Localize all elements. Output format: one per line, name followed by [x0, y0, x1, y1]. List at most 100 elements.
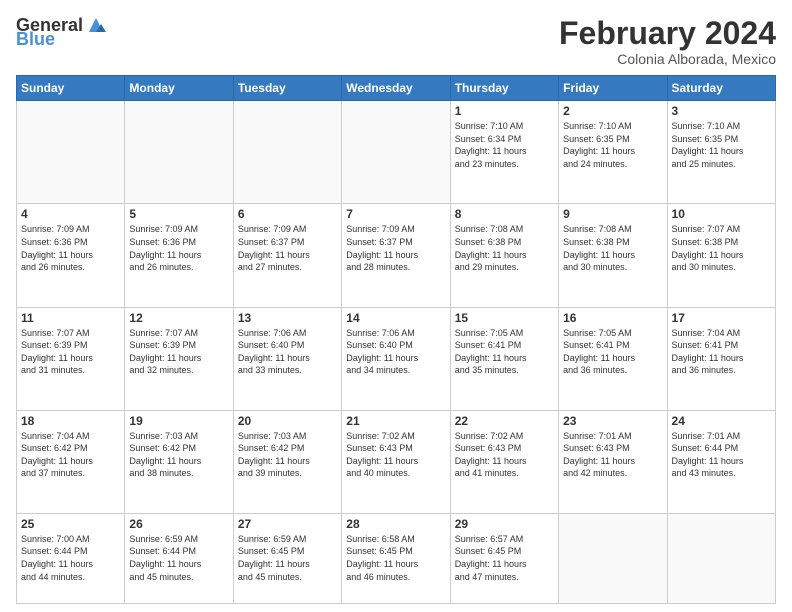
day-info: Sunrise: 7:10 AM Sunset: 6:34 PM Dayligh…: [455, 120, 554, 170]
day-number: 5: [129, 207, 228, 221]
calendar-cell: 27 Sunrise: 6:59 AM Sunset: 6:45 PM Dayli…: [233, 513, 341, 603]
day-number: 4: [21, 207, 120, 221]
day-number: 13: [238, 311, 337, 325]
day-number: 22: [455, 414, 554, 428]
day-number: 8: [455, 207, 554, 221]
calendar-cell: 5 Sunrise: 7:09 AM Sunset: 6:36 PM Daylig…: [125, 204, 233, 307]
calendar-cell: 14 Sunrise: 7:06 AM Sunset: 6:40 PM Dayli…: [342, 307, 450, 410]
day-info: Sunrise: 7:06 AM Sunset: 6:40 PM Dayligh…: [238, 327, 337, 377]
day-info: Sunrise: 6:59 AM Sunset: 6:44 PM Dayligh…: [129, 533, 228, 583]
day-number: 9: [563, 207, 662, 221]
day-info: Sunrise: 7:07 AM Sunset: 6:39 PM Dayligh…: [129, 327, 228, 377]
day-number: 15: [455, 311, 554, 325]
calendar-cell: 17 Sunrise: 7:04 AM Sunset: 6:41 PM Dayli…: [667, 307, 775, 410]
day-info: Sunrise: 7:10 AM Sunset: 6:35 PM Dayligh…: [672, 120, 771, 170]
weekday-header-monday: Monday: [125, 76, 233, 101]
calendar: SundayMondayTuesdayWednesdayThursdayFrid…: [16, 75, 776, 604]
day-info: Sunrise: 7:09 AM Sunset: 6:37 PM Dayligh…: [346, 223, 445, 273]
day-number: 18: [21, 414, 120, 428]
calendar-cell: 21 Sunrise: 7:02 AM Sunset: 6:43 PM Dayli…: [342, 410, 450, 513]
calendar-cell: 10 Sunrise: 7:07 AM Sunset: 6:38 PM Dayli…: [667, 204, 775, 307]
day-info: Sunrise: 6:59 AM Sunset: 6:45 PM Dayligh…: [238, 533, 337, 583]
calendar-cell: 22 Sunrise: 7:02 AM Sunset: 6:43 PM Dayli…: [450, 410, 558, 513]
calendar-cell: 29 Sunrise: 6:57 AM Sunset: 6:45 PM Dayli…: [450, 513, 558, 603]
day-number: 6: [238, 207, 337, 221]
day-info: Sunrise: 7:07 AM Sunset: 6:39 PM Dayligh…: [21, 327, 120, 377]
calendar-cell: [342, 101, 450, 204]
calendar-cell: 28 Sunrise: 6:58 AM Sunset: 6:45 PM Dayli…: [342, 513, 450, 603]
calendar-cell: [559, 513, 667, 603]
calendar-cell: [17, 101, 125, 204]
day-info: Sunrise: 7:05 AM Sunset: 6:41 PM Dayligh…: [455, 327, 554, 377]
day-info: Sunrise: 7:10 AM Sunset: 6:35 PM Dayligh…: [563, 120, 662, 170]
logo-blue: Blue: [16, 30, 55, 48]
day-info: Sunrise: 7:08 AM Sunset: 6:38 PM Dayligh…: [563, 223, 662, 273]
weekday-header-saturday: Saturday: [667, 76, 775, 101]
calendar-cell: 2Sunrise: 7:10 AM Sunset: 6:35 PM Daylig…: [559, 101, 667, 204]
day-info: Sunrise: 7:07 AM Sunset: 6:38 PM Dayligh…: [672, 223, 771, 273]
calendar-cell: 24 Sunrise: 7:01 AM Sunset: 6:44 PM Dayli…: [667, 410, 775, 513]
calendar-cell: 7 Sunrise: 7:09 AM Sunset: 6:37 PM Daylig…: [342, 204, 450, 307]
calendar-cell: 11 Sunrise: 7:07 AM Sunset: 6:39 PM Dayli…: [17, 307, 125, 410]
day-number: 17: [672, 311, 771, 325]
calendar-cell: 6 Sunrise: 7:09 AM Sunset: 6:37 PM Daylig…: [233, 204, 341, 307]
calendar-cell: [667, 513, 775, 603]
calendar-cell: 12 Sunrise: 7:07 AM Sunset: 6:39 PM Dayli…: [125, 307, 233, 410]
day-number: 11: [21, 311, 120, 325]
day-info: Sunrise: 7:04 AM Sunset: 6:42 PM Dayligh…: [21, 430, 120, 480]
day-number: 10: [672, 207, 771, 221]
logo-icon: [85, 16, 107, 34]
logo: General Blue: [16, 16, 107, 48]
calendar-cell: 4 Sunrise: 7:09 AM Sunset: 6:36 PM Daylig…: [17, 204, 125, 307]
day-info: Sunrise: 7:01 AM Sunset: 6:43 PM Dayligh…: [563, 430, 662, 480]
weekday-header-tuesday: Tuesday: [233, 76, 341, 101]
day-number: 1: [455, 104, 554, 118]
day-info: Sunrise: 6:58 AM Sunset: 6:45 PM Dayligh…: [346, 533, 445, 583]
day-number: 28: [346, 517, 445, 531]
page: General Blue February 2024 Colonia Albor…: [0, 0, 792, 612]
day-info: Sunrise: 7:03 AM Sunset: 6:42 PM Dayligh…: [238, 430, 337, 480]
day-info: Sunrise: 7:09 AM Sunset: 6:37 PM Dayligh…: [238, 223, 337, 273]
day-info: Sunrise: 7:06 AM Sunset: 6:40 PM Dayligh…: [346, 327, 445, 377]
day-info: Sunrise: 7:02 AM Sunset: 6:43 PM Dayligh…: [455, 430, 554, 480]
calendar-cell: 15 Sunrise: 7:05 AM Sunset: 6:41 PM Dayli…: [450, 307, 558, 410]
calendar-cell: 3 Sunrise: 7:10 AM Sunset: 6:35 PM Daylig…: [667, 101, 775, 204]
weekday-header-sunday: Sunday: [17, 76, 125, 101]
day-number: 7: [346, 207, 445, 221]
calendar-cell: 1 Sunrise: 7:10 AM Sunset: 6:34 PM Daylig…: [450, 101, 558, 204]
calendar-cell: [125, 101, 233, 204]
day-info: Sunrise: 7:03 AM Sunset: 6:42 PM Dayligh…: [129, 430, 228, 480]
day-number: 19: [129, 414, 228, 428]
day-number: 27: [238, 517, 337, 531]
day-info: Sunrise: 7:00 AM Sunset: 6:44 PM Dayligh…: [21, 533, 120, 583]
day-info: Sunrise: 7:04 AM Sunset: 6:41 PM Dayligh…: [672, 327, 771, 377]
calendar-cell: 8 Sunrise: 7:08 AM Sunset: 6:38 PM Daylig…: [450, 204, 558, 307]
day-number: 26: [129, 517, 228, 531]
day-info: Sunrise: 6:57 AM Sunset: 6:45 PM Dayligh…: [455, 533, 554, 583]
day-number: 20: [238, 414, 337, 428]
weekday-header-friday: Friday: [559, 76, 667, 101]
calendar-cell: 26 Sunrise: 6:59 AM Sunset: 6:44 PM Dayli…: [125, 513, 233, 603]
calendar-cell: [233, 101, 341, 204]
day-info: Sunrise: 7:09 AM Sunset: 6:36 PM Dayligh…: [129, 223, 228, 273]
weekday-header-wednesday: Wednesday: [342, 76, 450, 101]
calendar-cell: 23 Sunrise: 7:01 AM Sunset: 6:43 PM Dayli…: [559, 410, 667, 513]
day-info: Sunrise: 7:09 AM Sunset: 6:36 PM Dayligh…: [21, 223, 120, 273]
day-number: 16: [563, 311, 662, 325]
day-number: 24: [672, 414, 771, 428]
calendar-cell: 9 Sunrise: 7:08 AM Sunset: 6:38 PM Daylig…: [559, 204, 667, 307]
day-number: 21: [346, 414, 445, 428]
location-subtitle: Colonia Alborada, Mexico: [559, 51, 776, 67]
day-number: 12: [129, 311, 228, 325]
calendar-cell: 19 Sunrise: 7:03 AM Sunset: 6:42 PM Dayli…: [125, 410, 233, 513]
day-info: Sunrise: 7:01 AM Sunset: 6:44 PM Dayligh…: [672, 430, 771, 480]
day-number: 29: [455, 517, 554, 531]
header: General Blue February 2024 Colonia Albor…: [16, 16, 776, 67]
day-number: 23: [563, 414, 662, 428]
day-number: 3: [672, 104, 771, 118]
day-info: Sunrise: 7:02 AM Sunset: 6:43 PM Dayligh…: [346, 430, 445, 480]
calendar-cell: 25 Sunrise: 7:00 AM Sunset: 6:44 PM Dayli…: [17, 513, 125, 603]
day-number: 25: [21, 517, 120, 531]
day-number: 14: [346, 311, 445, 325]
day-info: Sunrise: 7:08 AM Sunset: 6:38 PM Dayligh…: [455, 223, 554, 273]
